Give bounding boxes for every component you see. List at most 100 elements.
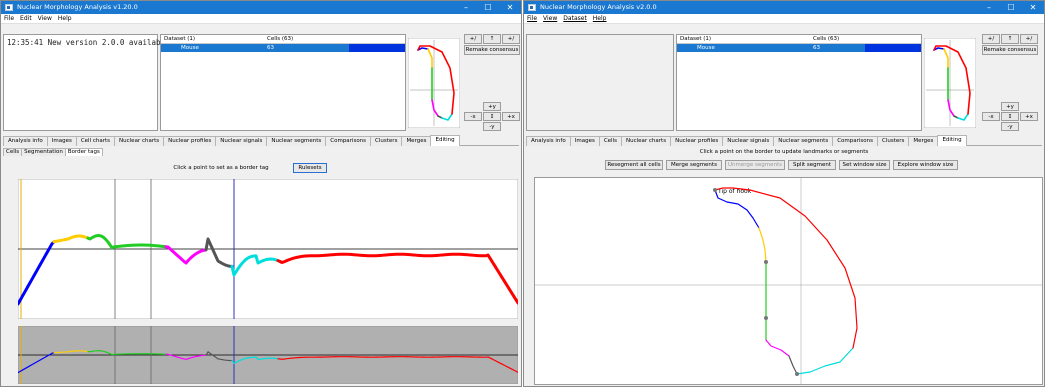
tab-comparisons[interactable]: Comparisons [832,136,878,146]
cells-column-header[interactable]: Cells (63) [813,35,839,43]
left-window-title: Nuclear Morphology Analysis v1.20.0 [17,3,138,11]
dataset-table-header: Dataset (1) Cells (63) [677,35,921,44]
dataset-table-header: Dataset (1) Cells (63) [161,35,405,44]
consensus-thumbnail [924,38,976,128]
outline-segment-line [714,189,760,229]
left-title-bar[interactable]: Nuclear Morphology Analysis v1.20.0 – ☐ … [1,1,521,14]
minus-x-button[interactable]: -x [982,112,1000,121]
remake-consensus-button[interactable]: Remake consensus [464,45,520,55]
app-icon [5,4,13,11]
tab-nuclear-segments[interactable]: Nuclear segments [266,136,327,146]
dataset-row-mouse[interactable]: Mouse 63 [161,44,405,52]
close-icon[interactable]: ✕ [499,1,521,14]
editing-subtab-bar: Cells Segmentation Border tags [3,148,103,156]
tab-images[interactable]: Images [569,136,600,146]
tab-analysis-info[interactable]: Analysis info [526,136,571,146]
nucleus-outline-chart[interactable]: Tip of hook [534,177,1043,385]
tab-nuclear-signals[interactable]: Nuclear signals [722,136,775,146]
dataset-table[interactable]: Dataset (1) Cells (63) Mouse 63 [160,34,406,131]
nudge-up-button[interactable]: ↑ [483,34,501,44]
dataset-column-header[interactable]: Dataset (1) [680,35,711,43]
minimize-icon[interactable]: – [455,1,477,14]
right-title-bar[interactable]: Nuclear Morphology Analysis v2.0.0 – ☐ ✕ [524,1,1044,14]
maximize-icon[interactable]: ☐ [477,1,499,14]
left-app-window: Nuclear Morphology Analysis v1.20.0 – ☐ … [0,0,522,387]
center-button[interactable]: ↕ [1001,112,1019,121]
remake-consensus-button[interactable]: Remake consensus [982,45,1038,55]
landmark-point [713,188,717,192]
dataset-table[interactable]: Dataset (1) Cells (63) Mouse 63 [676,34,922,131]
tab-editing[interactable]: Editing [430,135,460,146]
tab-analysis-info[interactable]: Analysis info [3,136,48,146]
plus-y-button[interactable]: +y [483,102,501,111]
cells-column-header[interactable]: Cells (63) [267,35,293,43]
subtab-border-tags[interactable]: Border tags [64,148,103,156]
tab-nuclear-signals[interactable]: Nuclear signals [215,136,268,146]
nucleus-outline-plot[interactable]: Tip of hook [535,178,1042,384]
right-menu-bar: File View Dataset Help [524,14,1044,24]
landmark-point [795,372,799,376]
tab-nuclear-profiles[interactable]: Nuclear profiles [670,136,724,146]
plus-y-button[interactable]: +y [1001,102,1019,111]
tab-nuclear-charts[interactable]: Nuclear charts [114,136,165,146]
menu-view[interactable]: View [540,14,560,23]
tab-nuclear-profiles[interactable]: Nuclear profiles [163,136,217,146]
close-icon[interactable]: ✕ [1022,1,1044,14]
tab-images[interactable]: Images [46,136,77,146]
menu-file[interactable]: File [524,14,540,23]
tab-cell-charts[interactable]: Cell charts [75,136,116,146]
menu-edit[interactable]: Edit [17,14,35,23]
menu-file[interactable]: File [1,14,17,23]
tab-merges[interactable]: Merges [908,136,939,146]
subtab-cells[interactable]: Cells [3,148,23,156]
explore-window-size-button[interactable]: Explore window size [893,160,958,170]
dataset-color-swatch [865,44,921,52]
nudge-up-right-button[interactable]: +/ [1020,34,1038,44]
set-window-size-button[interactable]: Set window size [839,160,890,170]
merge-segments-button[interactable]: Merge segments [666,160,722,170]
minus-y-button[interactable]: -y [483,122,501,131]
center-button[interactable]: ↕ [483,112,501,121]
dataset-color-swatch [349,44,405,52]
outline-segment-line [788,355,798,375]
maximize-icon[interactable]: ☐ [1000,1,1022,14]
outline-segment-line [758,227,767,263]
consensus-thumbnail [408,38,460,128]
plus-x-button[interactable]: +x [1020,112,1038,121]
rulesets-button[interactable]: Rulesets [293,163,327,173]
nudge-up-button[interactable]: ↑ [1001,34,1019,44]
tab-comparisons[interactable]: Comparisons [325,136,372,146]
tab-cells[interactable]: Cells [598,136,622,146]
minus-x-button[interactable]: -x [464,112,482,121]
main-tab-bar: Analysis info Images Cell charts Nuclear ch… [3,135,519,146]
tab-editing[interactable]: Editing [937,135,967,146]
tab-nuclear-charts[interactable]: Nuclear charts [620,136,672,146]
dataset-cell-count: 63 [267,45,274,51]
log-console [526,34,674,131]
tab-nuclear-segments[interactable]: Nuclear segments [773,136,834,146]
menu-help[interactable]: Help [55,14,75,23]
subtab-segmentation[interactable]: Segmentation [21,148,66,156]
right-app-window: Nuclear Morphology Analysis v2.0.0 – ☐ ✕… [523,0,1045,387]
plus-x-button[interactable]: +x [502,112,520,121]
split-segment-button[interactable]: Split segment [788,160,836,170]
minus-y-button[interactable]: -y [1001,122,1019,131]
dataset-row-mouse[interactable]: Mouse 63 [677,44,921,52]
tab-merges[interactable]: Merges [401,136,432,146]
log-message: 12:35:41 New version 2.0.0 available [7,38,170,47]
menu-view[interactable]: View [35,14,55,23]
minimize-icon[interactable]: – [978,1,1000,14]
profile-overview-chart[interactable] [18,326,518,384]
dataset-column-header[interactable]: Dataset (1) [164,35,195,43]
instruction-text: Click a point on the border to update la… [699,149,869,155]
dataset-name: Mouse [181,45,199,51]
menu-dataset[interactable]: Dataset [560,14,590,23]
resegment-all-cells-button[interactable]: Resegment all cells [605,160,663,170]
nudge-up-right-button[interactable]: +/ [502,34,520,44]
nudge-up-left-button[interactable]: +/ [982,34,1000,44]
tab-clusters[interactable]: Clusters [877,136,910,146]
nudge-up-left-button[interactable]: +/ [464,34,482,44]
tab-clusters[interactable]: Clusters [370,136,403,146]
profile-chart[interactable] [18,179,518,319]
menu-help[interactable]: Help [590,14,610,23]
